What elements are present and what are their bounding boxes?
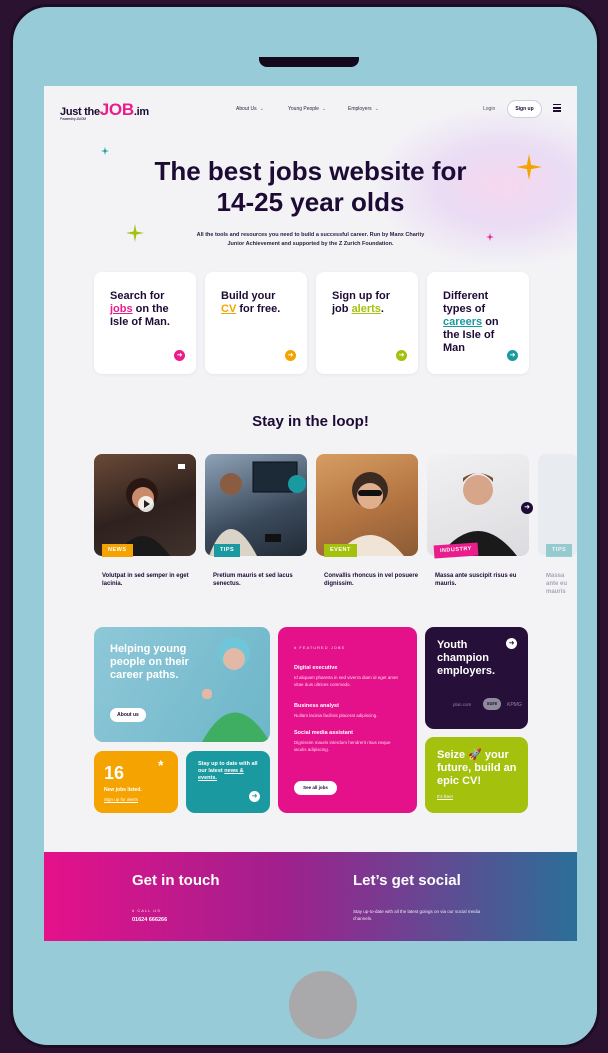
chevron-down-icon: ⌄ xyxy=(321,106,327,112)
nav-employers[interactable]: Employers ⌄ xyxy=(348,106,379,112)
tips-caption-partial[interactable]: Massa ante eu mauris xyxy=(546,572,577,596)
chevron-down-icon: ⌄ xyxy=(259,106,264,112)
tips-image[interactable] xyxy=(205,454,307,556)
logo-main: JOB xyxy=(99,100,134,119)
card-build-cv[interactable]: Build your CV for free. ➜ xyxy=(205,272,307,374)
tag-event: EVENT xyxy=(324,544,357,557)
arrow-right-icon[interactable]: ➜ xyxy=(174,350,185,361)
stay-updated-tile[interactable]: Stay up to date with all our latest news… xyxy=(186,751,270,813)
card-search-jobs[interactable]: Search for jobs on the Isle of Man. ➜ xyxy=(94,272,196,374)
nav-about-us[interactable]: About Us ⌄ xyxy=(236,106,264,112)
see-all-jobs-button[interactable]: See all jobs xyxy=(294,781,337,795)
tips-image-partial[interactable] xyxy=(538,454,577,556)
phone-speaker xyxy=(259,57,359,67)
arrow-right-icon[interactable]: ➜ xyxy=(249,791,260,802)
star-icon: * xyxy=(158,757,164,773)
sparkle-icon xyxy=(486,233,494,241)
nav-young-people[interactable]: Young People ⌄ xyxy=(288,106,326,112)
featured-jobs-tile: # FEATURED JOBS Digital executive Id ali… xyxy=(278,627,417,813)
jobs-count-label: New jobs listed. xyxy=(104,787,142,793)
sparkle-icon xyxy=(126,224,144,242)
job-title[interactable]: Social media assistant xyxy=(294,730,353,736)
sparkle-icon xyxy=(101,147,109,155)
job-desc: Dignissim mauris interdum hendrerit risu… xyxy=(294,740,391,752)
event-caption[interactable]: Convallis rhoncus in vel posuere digniss… xyxy=(324,572,424,588)
signup-button[interactable]: Sign up xyxy=(507,100,542,118)
youth-champion-tile[interactable]: Youth champion employers. ➜ plan.com sur… xyxy=(425,627,528,729)
tag-tips: TIPS xyxy=(214,544,241,557)
site-logo[interactable]: Just theJOB.im Powered by JA IOM xyxy=(60,100,149,121)
phone-number[interactable]: 01624 666266 xyxy=(132,917,167,923)
logo-suffix: .im xyxy=(133,106,149,118)
job-title[interactable]: Digital executive xyxy=(294,665,337,671)
arrow-right-icon[interactable]: ➜ xyxy=(396,350,407,361)
logo-plan: plan.com xyxy=(453,702,472,707)
home-button[interactable] xyxy=(289,971,357,1039)
job-title[interactable]: Business analyst xyxy=(294,703,339,709)
arrow-right-icon[interactable]: ➜ xyxy=(506,638,517,649)
menu-icon[interactable] xyxy=(553,104,561,114)
featured-kicker: # FEATURED JOBS xyxy=(294,645,346,650)
footer: Get in touch # CALL US 01624 666266 Let’… xyxy=(44,852,577,941)
cv-title: Seize 🚀 your future, build an epic CV! xyxy=(437,749,517,787)
event-image[interactable] xyxy=(316,454,418,556)
arrow-right-icon[interactable]: ➜ xyxy=(285,350,296,361)
social-title: Let’s get social xyxy=(353,872,461,889)
hero-subtitle: All the tools and resources you need to … xyxy=(196,232,425,247)
loop-heading: Stay in the loop! xyxy=(252,413,369,430)
jobs-count-number: 16 xyxy=(104,763,125,783)
signup-alerts-link[interactable]: Sign up for alerts xyxy=(104,797,138,802)
news-image[interactable] xyxy=(94,454,196,556)
card-careers[interactable]: Different types of careers on the Isle o… xyxy=(427,272,529,374)
website-screen: Just theJOB.im Powered by JA IOM About U… xyxy=(44,86,577,941)
navbar: Just theJOB.im Powered by JA IOM About U… xyxy=(44,86,577,132)
tips-caption[interactable]: Pretium mauris et sed lacus senectus. xyxy=(213,572,313,588)
cv-link[interactable]: It's free! xyxy=(437,794,453,799)
cv-tile[interactable]: Seize 🚀 your future, build an epic CV! I… xyxy=(425,737,528,813)
arrow-right-icon[interactable]: ➜ xyxy=(507,350,518,361)
chevron-down-icon: ⌄ xyxy=(374,106,379,112)
tag-industry: INDUSTRY xyxy=(433,542,479,559)
call-label: # CALL US xyxy=(132,908,161,913)
login-link[interactable]: Login xyxy=(483,106,495,112)
carousel-next-icon[interactable]: ➜ xyxy=(521,502,533,514)
contact-title: Get in touch xyxy=(132,872,220,889)
job-desc: Id aliquam pharetra in sed viverra diam … xyxy=(294,675,398,687)
about-us-button[interactable]: About us xyxy=(110,708,146,722)
tag-news: NEWS xyxy=(102,544,133,557)
hero-title: The best jobs website for 14-25 year old… xyxy=(154,156,467,217)
youth-title: Youth champion employers. xyxy=(437,639,496,677)
jobs-count-tile[interactable]: 16 * New jobs listed. Sign up for alerts xyxy=(94,751,178,813)
social-text: Stay up-to-date with all the latest goin… xyxy=(353,909,481,921)
industry-image[interactable] xyxy=(427,454,529,556)
girl-illustration xyxy=(202,637,270,742)
helping-title: Helping young people on their career pat… xyxy=(110,643,189,681)
logo-sure: sure xyxy=(483,698,501,710)
tag-tips-partial: TIPS xyxy=(546,544,573,557)
industry-caption[interactable]: Massa ante suscipit risus eu mauris. xyxy=(435,572,535,588)
job-desc: Nullam lacinia facilisis placerat adipis… xyxy=(294,713,378,718)
logo-powered-by: Powered by JA IOM xyxy=(60,117,86,121)
news-caption[interactable]: Volutpat in sed semper in eget lacinia. xyxy=(102,572,202,588)
logo-kpmg: KPMG xyxy=(507,702,522,708)
helping-tile: Helping young people on their career pat… xyxy=(94,627,270,742)
card-job-alerts[interactable]: Sign up for job alerts. ➜ xyxy=(316,272,418,374)
